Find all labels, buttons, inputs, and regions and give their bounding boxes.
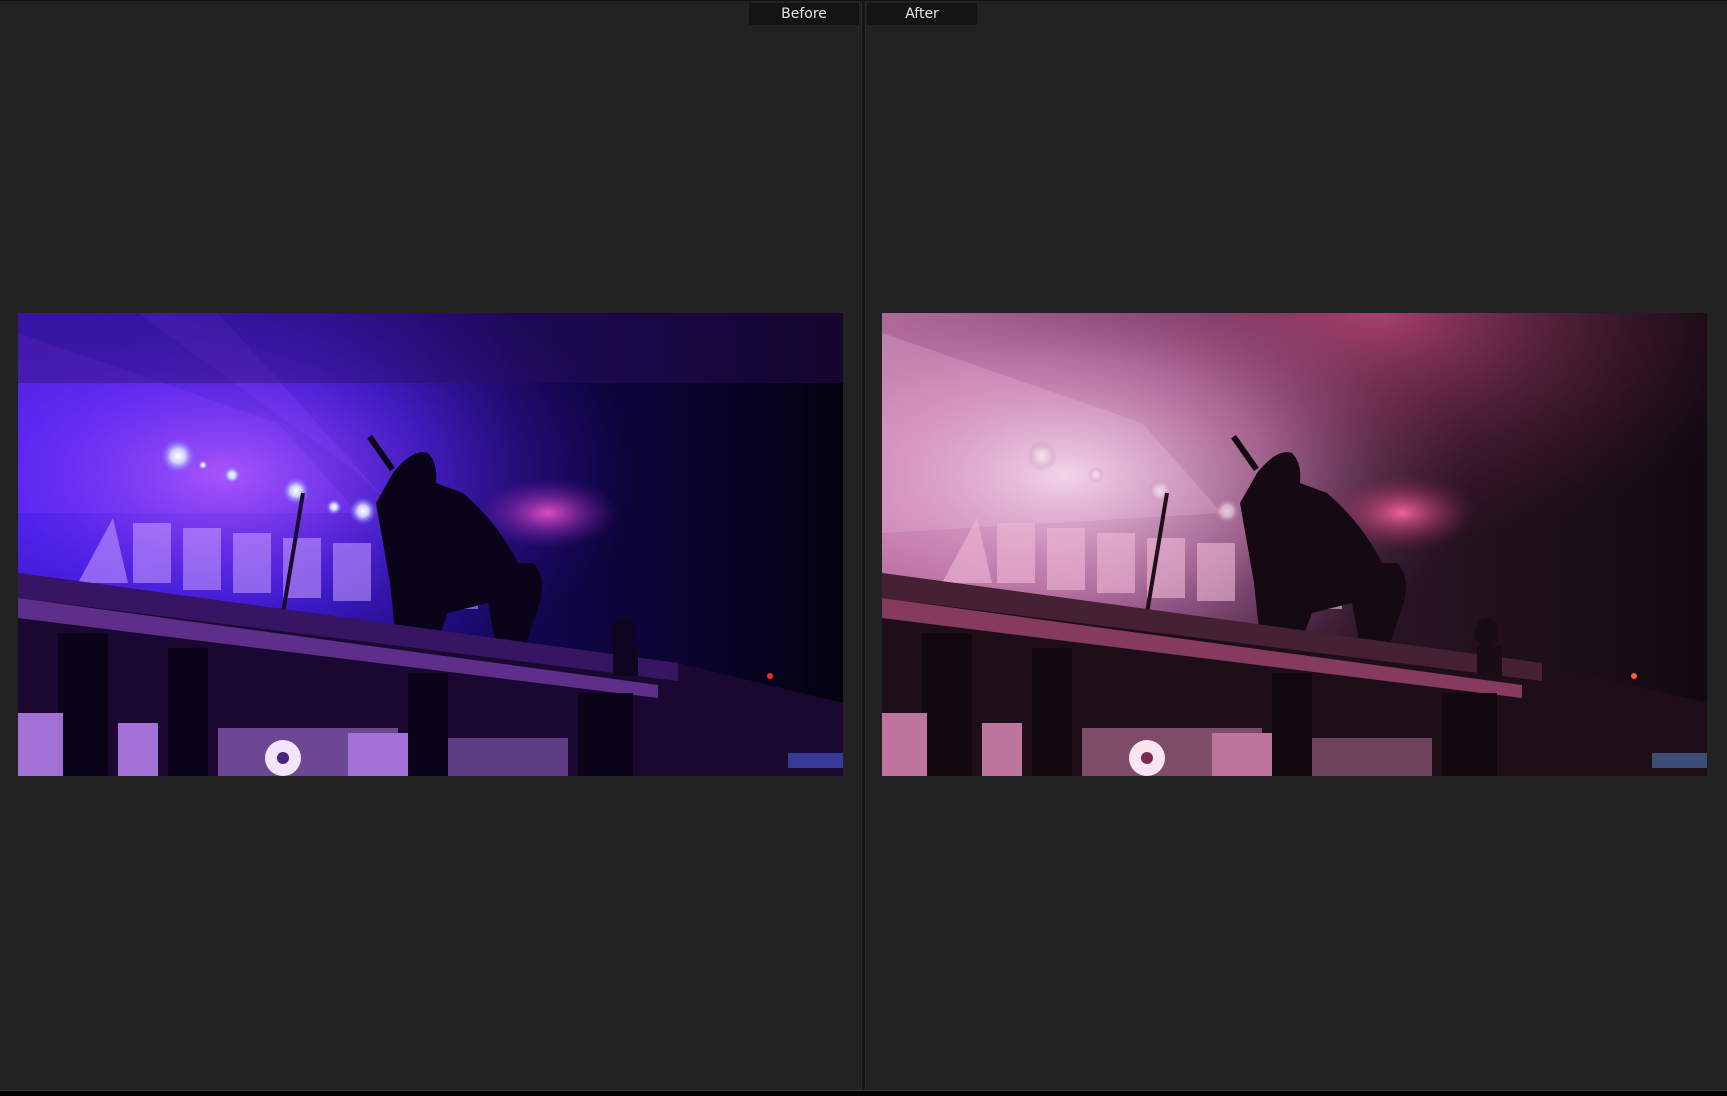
before-pane: Before	[0, 1, 861, 1091]
bottom-bar	[0, 1090, 1727, 1096]
concert-photo-after-icon	[882, 313, 1707, 776]
after-photo[interactable]	[882, 313, 1707, 776]
after-pane: After	[866, 1, 1727, 1091]
concert-photo-before-icon	[18, 313, 843, 776]
comparison-viewer: Before After	[0, 0, 1727, 1091]
before-photo[interactable]	[18, 313, 843, 776]
after-label[interactable]: After	[867, 3, 977, 25]
before-label[interactable]: Before	[749, 3, 859, 25]
